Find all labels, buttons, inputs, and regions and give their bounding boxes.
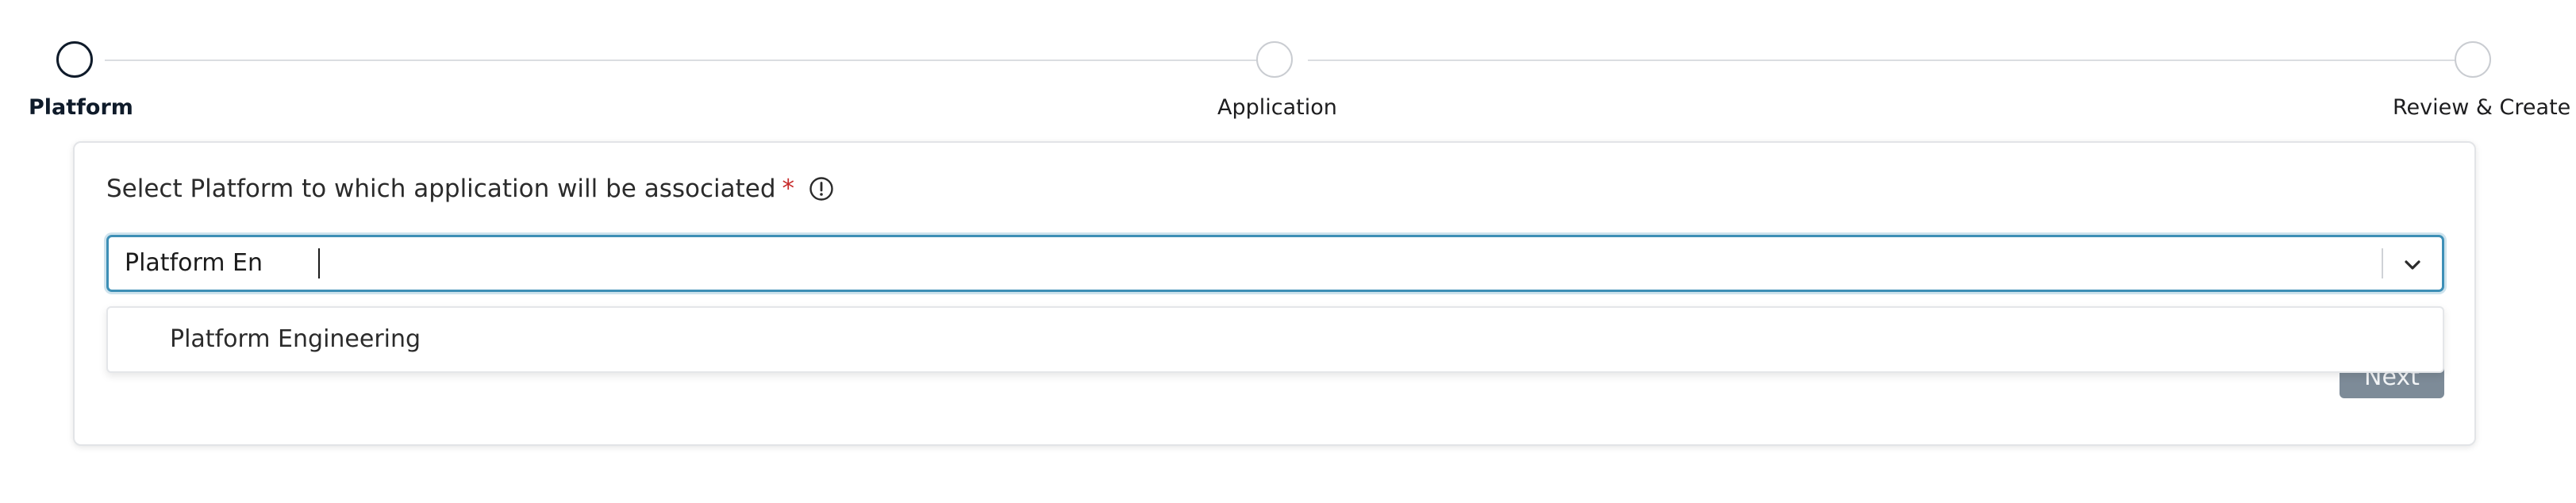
stepper-connector: [1308, 60, 2459, 61]
step-label-review-create: Review & Create: [2393, 95, 2571, 120]
step-label-platform: Platform: [29, 95, 133, 120]
step-indicator-application: [1256, 41, 1293, 78]
dropdown-option-label: Platform Engineering: [170, 325, 421, 353]
step-indicator-review-create: [2455, 41, 2491, 78]
text-cursor: [318, 248, 320, 278]
required-marker: *: [782, 175, 795, 203]
platform-dropdown-menu: Platform Engineering: [106, 306, 2444, 373]
platform-field-label-text: Select Platform to which application wil…: [106, 175, 776, 203]
platform-select[interactable]: [106, 235, 2444, 292]
step-label-application: Application: [1217, 95, 1337, 120]
step-indicator-platform: [56, 41, 93, 78]
stepper-connector: [105, 60, 1257, 61]
platform-search-input[interactable]: [125, 245, 2347, 282]
chevron-down-icon[interactable]: [2401, 253, 2424, 277]
dropdown-option-platform-engineering[interactable]: Platform Engineering: [108, 308, 2443, 371]
progress-stepper: Platform Application Review & Create: [0, 0, 2576, 135]
info-circle-icon[interactable]: [809, 176, 834, 202]
platform-selection-card: Select Platform to which application wil…: [73, 141, 2476, 446]
platform-field-label: Select Platform to which application wil…: [106, 173, 834, 205]
select-divider: [2382, 248, 2383, 278]
